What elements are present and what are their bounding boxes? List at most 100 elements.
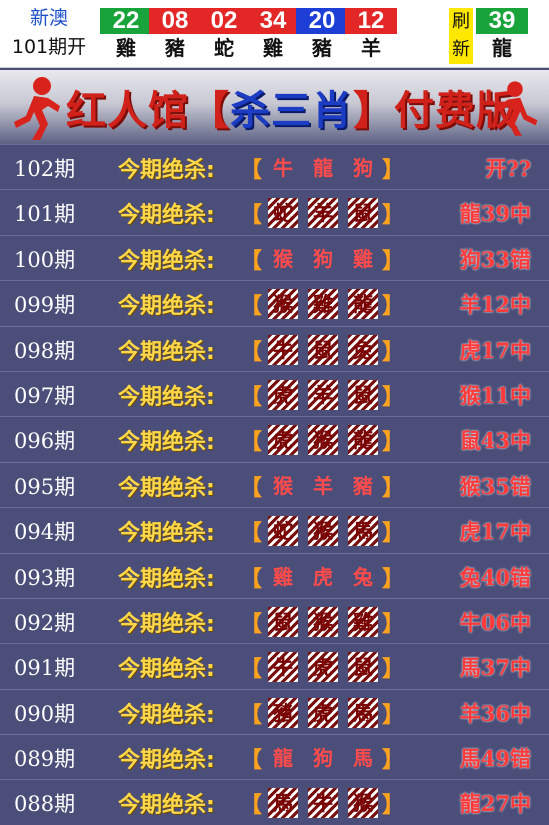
draw-ball-number: 22 [100,8,152,34]
row-label: 今期绝杀: [118,203,215,229]
bracket-left: 【 [240,384,263,410]
draw-ball-number: 08 [149,8,201,34]
banner-title-mid: 杀三肖 [230,87,353,134]
kill-zodiac: 龍 [348,289,378,320]
row-result: 狗33错 [459,246,531,272]
kill-row: 091期 今期绝杀: 【牛虎鼠】 馬37中 [0,643,549,688]
kill-zodiacs: 馬牛猴 [268,788,378,819]
kill-row: 089期 今期绝杀: 【龍狗馬】 馬49错 [0,734,549,779]
bracket-right: 】 [382,203,405,229]
bracket-left: 【 [240,702,263,728]
kill-zodiac: 龍 [348,425,378,456]
kill-zodiac: 馬 [353,746,373,771]
running-man-right-icon [497,81,538,136]
kill-row: 101期 今期绝杀: 【蛇羊鼠】 龍39中 [0,189,549,234]
special-ball-zodiac: 龍 [492,36,512,60]
bracket-right: 】 [382,294,405,320]
kill-zodiacs: 龍狗馬 [268,743,378,773]
row-result: 鼠43中 [459,428,531,454]
draw-ball: 12 羊 [345,8,397,62]
row-period: 090期 [14,701,76,726]
kill-zodiac: 雞 [348,606,378,637]
bracket-right: 】 [382,748,405,774]
kill-row: 096期 今期绝杀: 【虎猴龍】 鼠43中 [0,416,549,461]
kill-zodiac: 豬 [353,473,373,498]
kill-row: 093期 今期绝杀: 【雞虎兔】 兔40错 [0,552,549,598]
row-label: 今期绝杀: [118,384,215,410]
kill-zodiac: 牛 [308,788,338,819]
kill-zodiacs: 豬虎馬 [268,697,378,728]
bracket-right: 】 [382,793,405,819]
kill-zodiac: 虎 [308,652,338,683]
row-result: 猴11中 [459,382,531,408]
bracket-left: 【 [240,521,263,547]
kill-zodiac: 猴 [273,473,293,498]
draw-ball-number: 12 [345,8,397,34]
refresh-button[interactable]: 刷 新 [449,8,473,64]
kill-zodiac: 鼠 [348,652,378,683]
kill-zodiac: 龍 [313,156,333,180]
row-label: 今期绝杀: [118,611,215,637]
row-label: 今期绝杀: [118,158,215,183]
bracket-left: 【 [240,430,263,456]
kill-zodiac: 兔 [353,564,373,589]
bracket-right: 】 [382,521,405,547]
kill-row: 099期 今期绝杀: 【猴雞龍】 羊12中 [0,280,549,325]
row-result: 羊12中 [459,292,531,318]
kill-zodiac: 雞 [308,289,338,320]
kill-zodiacs: 猴雞龍 [268,289,378,320]
kill-zodiac: 猴 [273,246,293,271]
row-result: 牛06中 [459,609,531,635]
kill-zodiac: 狗 [353,156,373,180]
row-result: 馬49错 [459,746,531,772]
row-period: 091期 [14,656,76,681]
kill-row: 095期 今期绝杀: 【猴羊豬】 猴35错 [0,461,549,507]
banner: 红人馆【杀三肖】付费版 [0,70,549,144]
banner-title-left: 红人馆【 [66,87,230,134]
kill-zodiac: 馬 [348,697,378,728]
kill-zodiacs: 蛇羊鼠 [268,198,378,229]
refresh-label-bottom: 新 [452,39,470,60]
row-period: 101期 [14,202,76,227]
row-result: 猴35错 [459,473,531,499]
bracket-right: 】 [382,384,405,410]
row-label: 今期绝杀: [118,475,215,501]
draw-ball: 22 雞 [100,8,152,62]
kill-zodiac: 羊 [313,473,333,498]
row-period: 098期 [14,338,76,363]
bracket-left: 【 [240,248,263,274]
kill-zodiac: 鼠 [268,606,298,637]
kill-zodiacs: 猴狗雞 [268,244,378,274]
bracket-right: 】 [382,339,405,365]
special-ball: 39 龍 [476,8,528,62]
kill-row: 094期 今期绝杀: 【蛇猴馬】 虎17中 [0,507,549,552]
bracket-right: 】 [382,611,405,637]
draw-ball-zodiac: 雞 [116,36,136,60]
row-label: 今期绝杀: [118,294,215,320]
row-result: 虎17中 [459,519,531,545]
row-period: 089期 [14,747,76,772]
row-label: 今期绝杀: [118,748,215,774]
row-label: 今期绝杀: [118,702,215,728]
kill-zodiac: 牛 [268,652,298,683]
bracket-left: 【 [240,475,263,501]
bracket-right: 】 [382,158,405,183]
draw-ball: 02 蛇 [198,8,250,62]
kill-zodiac: 蛇 [268,516,298,547]
kill-zodiacs: 雞虎兔 [268,562,378,592]
draw-label: 新澳 101期开 [0,6,98,60]
kill-zodiac: 猴 [348,788,378,819]
kill-row: 092期 今期绝杀: 【鼠猴雞】 牛06中 [0,597,549,643]
row-period: 100期 [14,247,76,272]
row-label: 今期绝杀: [118,657,215,683]
row-period: 095期 [14,474,76,499]
kill-zodiac: 牛 [273,156,293,180]
draw-period: 101期开 [11,36,87,58]
row-label: 今期绝杀: [118,339,215,365]
row-result: 虎17中 [459,337,531,363]
bracket-right: 】 [382,702,405,728]
draw-ball-zodiac: 豬 [165,36,185,60]
row-result: 龍39中 [459,201,531,227]
refresh-label-top: 刷 [452,11,470,32]
kill-zodiac: 虎 [313,564,333,589]
